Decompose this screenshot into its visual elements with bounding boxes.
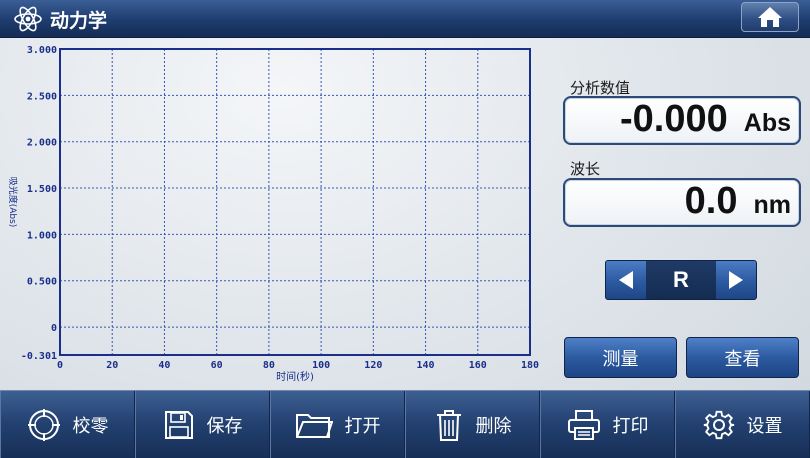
view-button[interactable]: 查看 (686, 337, 799, 378)
y-tick-label: 2.000 (27, 138, 57, 149)
floppy-disk-icon (164, 410, 193, 439)
y-tick-label: 1.500 (27, 184, 57, 195)
zero-label: 校零 (72, 415, 109, 437)
home-button[interactable] (741, 2, 799, 32)
x-tick-label: 0 (57, 360, 63, 371)
delete-label: 删除 (475, 415, 512, 437)
print-button[interactable]: 打印 (540, 391, 675, 458)
y-tick-label: 3.000 (27, 45, 57, 56)
settings-button[interactable]: 设置 (675, 391, 810, 458)
delete-button[interactable]: 删除 (405, 391, 540, 458)
x-tick-label: 180 (521, 360, 539, 371)
save-button[interactable]: 保存 (135, 391, 270, 458)
cell-selector: R (605, 260, 757, 300)
analysis-readout: -0.000 Abs (563, 96, 801, 145)
y-tick-label: 0.500 (27, 277, 57, 288)
y-tick-label: 2.500 (27, 91, 57, 102)
chart-svg: 3.0002.5002.0001.5001.0000.5000-0.301 02… (7, 45, 539, 383)
analysis-unit: Abs (743, 109, 791, 137)
triangle-right-icon (729, 271, 743, 289)
y-tick-label: 0 (51, 323, 57, 334)
home-icon (758, 7, 782, 27)
selector-value: R (646, 261, 716, 299)
app-title: 动力学 (50, 10, 108, 32)
plot-area (60, 49, 530, 355)
analysis-value: -0.000 (620, 98, 728, 140)
x-tick-label: 140 (417, 360, 435, 371)
wavelength-readout: 0.0 nm (563, 178, 801, 227)
x-tick-label: 60 (211, 360, 223, 371)
gear-icon (703, 410, 734, 439)
wavelength-label: 波长 (570, 160, 601, 178)
bottom-toolbar: 校零 保存 打开 删除 打印 设置 (0, 390, 810, 458)
wavelength-unit: nm (753, 191, 792, 219)
x-axis-label: 时间(秒) (276, 370, 314, 383)
title-bar: 动力学 (0, 0, 810, 38)
x-tick-label: 160 (469, 360, 487, 371)
wavelength-value: 0.0 (684, 180, 738, 222)
x-tick-label: 20 (106, 360, 118, 371)
x-tick-label: 120 (364, 360, 382, 371)
analysis-label: 分析数值 (570, 79, 631, 97)
settings-label: 设置 (746, 415, 783, 437)
y-tick-label: -0.301 (21, 351, 57, 362)
triangle-left-icon (619, 271, 633, 289)
printer-icon (567, 409, 600, 440)
selector-prev-button[interactable] (606, 261, 646, 299)
y-axis-label: 吸光度(Abs) (7, 177, 19, 228)
x-tick-label: 40 (158, 360, 170, 371)
plot-frame (59, 48, 531, 356)
open-button[interactable]: 打开 (270, 391, 405, 458)
folder-open-icon (295, 413, 333, 438)
trash-icon (436, 409, 461, 441)
open-label: 打开 (344, 415, 381, 437)
x-tick-label: 80 (263, 360, 275, 371)
atom-icon (14, 6, 42, 32)
measure-button[interactable]: 测量 (564, 337, 677, 378)
crosshair-circle-icon (27, 408, 60, 441)
print-label: 打印 (612, 415, 649, 437)
kinetics-chart: 3.000 2.500 2.000 1.500 1.000 0.500 0 -0.301 02… (0, 40, 550, 385)
save-label: 保存 (206, 415, 243, 437)
selector-next-button[interactable] (716, 261, 756, 299)
x-tick-label: 100 (312, 360, 330, 371)
y-tick-label: 1.000 (27, 230, 57, 241)
zero-button[interactable]: 校零 (0, 391, 135, 458)
